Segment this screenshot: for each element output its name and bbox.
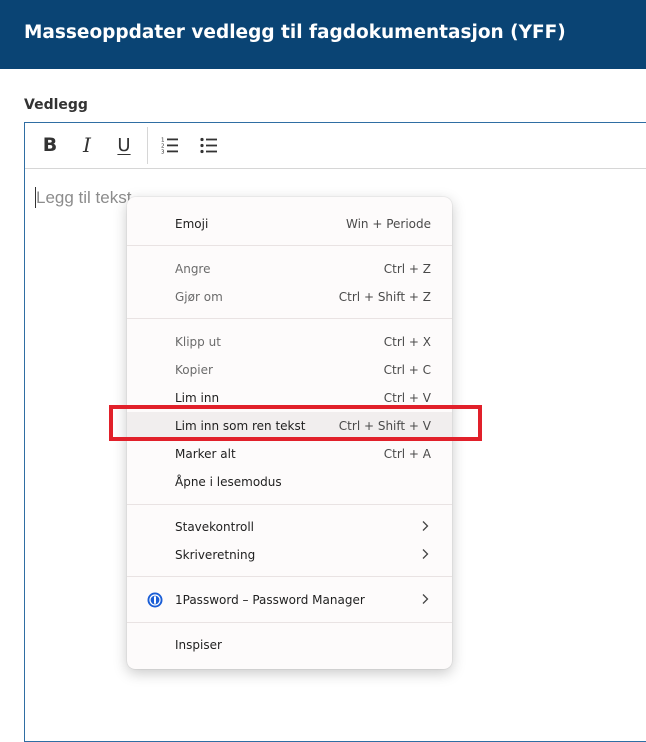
numbered-list-icon: 1 2 3 [161, 138, 178, 156]
menu-item-select-all[interactable]: Marker alt Ctrl + A [127, 440, 452, 468]
page-header: Masseoppdater vedlegg til fagdokumentasj… [0, 0, 646, 69]
menu-item-label: Emoji [175, 217, 209, 231]
menu-separator [127, 318, 452, 319]
menu-item-emoji[interactable]: Emoji Win + Periode [127, 210, 452, 238]
menu-item-shortcut: Ctrl + V [383, 391, 431, 405]
editor-toolbar: B I U 1 2 3 [25, 123, 646, 169]
menu-item-shortcut: Ctrl + Shift + Z [338, 290, 431, 304]
menu-item-label: Inspiser [175, 638, 222, 652]
menu-item-label: Klipp ut [175, 335, 221, 349]
menu-item-label: Angre [175, 262, 211, 276]
menu-item-label: Stavekontroll [175, 520, 255, 534]
menu-item-label: Kopier [175, 363, 213, 377]
menu-item-inspect[interactable]: Inspiser [127, 631, 452, 659]
menu-item-label: Gjør om [175, 290, 223, 304]
menu-item-cut[interactable]: Klipp ut Ctrl + X [127, 328, 452, 356]
menu-item-1password[interactable]: 1Password – Password Manager [127, 586, 452, 614]
attachments-label: Vedlegg [24, 97, 88, 113]
menu-separator [127, 622, 452, 623]
menu-separator [127, 576, 452, 577]
menu-item-label: Lim inn [175, 391, 220, 405]
menu-item-label: Åpne i lesemodus [175, 475, 282, 489]
menu-item-redo[interactable]: Gjør om Ctrl + Shift + Z [127, 283, 452, 311]
toolbar-divider [147, 127, 148, 164]
menu-item-spellcheck[interactable]: Stavekontroll [127, 513, 452, 541]
editor-placeholder: Legg til tekst [36, 188, 132, 207]
menu-item-shortcut: Ctrl + C [383, 363, 431, 377]
menu-item-reading-mode[interactable]: Åpne i lesemodus [127, 468, 452, 496]
page-title: Masseoppdater vedlegg til fagdokumentasj… [24, 22, 566, 43]
menu-item-shortcut: Win + Periode [345, 217, 431, 231]
chevron-right-icon [422, 594, 429, 604]
menu-item-shortcut: Ctrl + A [383, 447, 431, 461]
svg-text:3: 3 [161, 150, 165, 156]
underline-button[interactable]: U [110, 131, 138, 159]
italic-button[interactable]: I [73, 131, 101, 159]
highlight-box [109, 405, 482, 441]
menu-item-copy[interactable]: Kopier Ctrl + C [127, 356, 452, 384]
bullet-list-icon [200, 137, 217, 154]
menu-item-shortcut: Ctrl + Z [383, 262, 431, 276]
bullet-list-button[interactable] [195, 131, 223, 159]
menu-item-label: Marker alt [175, 447, 236, 461]
menu-separator [127, 245, 452, 246]
menu-separator [127, 504, 452, 505]
1password-icon [147, 592, 163, 608]
numbered-list-button[interactable]: 1 2 3 [156, 131, 184, 159]
chevron-right-icon [422, 549, 429, 559]
menu-item-label: Skriveretning [175, 548, 256, 562]
menu-item-shortcut: Ctrl + X [383, 335, 431, 349]
bold-button[interactable]: B [36, 131, 64, 159]
chevron-right-icon [422, 521, 429, 531]
menu-item-label: 1Password – Password Manager [175, 593, 365, 607]
menu-item-writing-direction[interactable]: Skriveretning [127, 541, 452, 569]
menu-item-undo[interactable]: Angre Ctrl + Z [127, 255, 452, 283]
